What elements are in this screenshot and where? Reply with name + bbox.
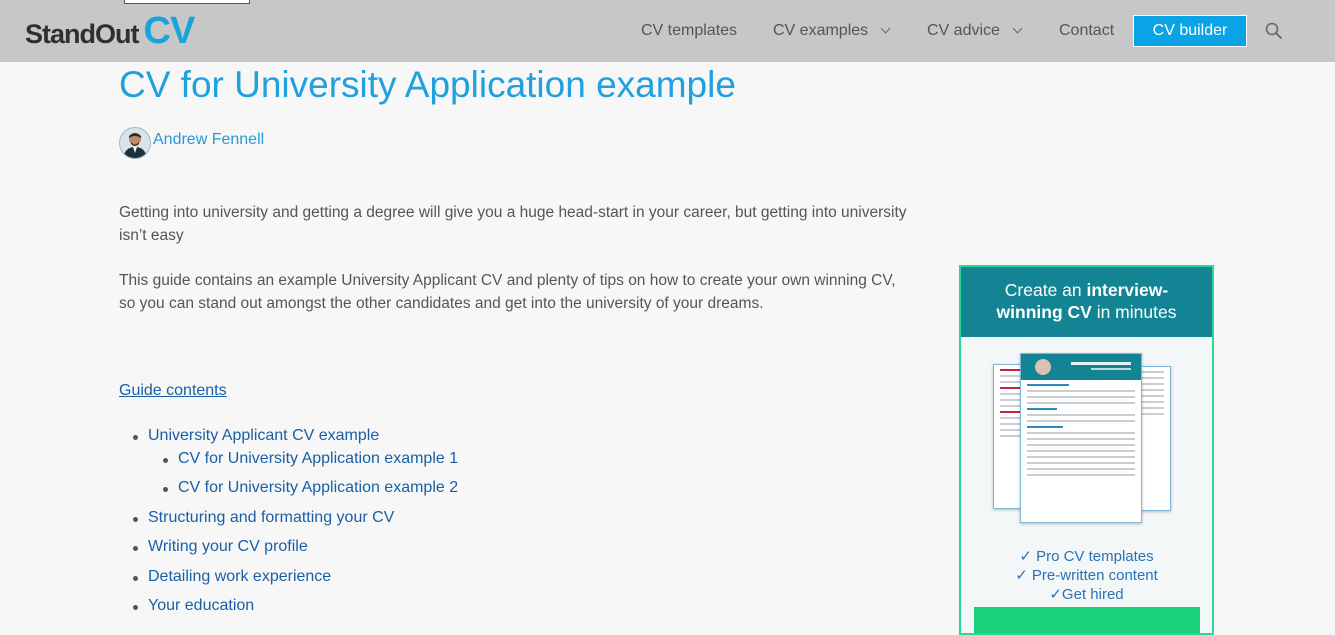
cv-builder-ad[interactable]: Create an interview- winning CV in minut…	[959, 265, 1214, 635]
toc-label: Structuring and formatting your CV	[148, 509, 395, 526]
toc-subitem[interactable]: CV for University Application example 2	[163, 479, 459, 497]
focus-outline-box	[124, 0, 250, 4]
ad-headline-bold: interview-	[1086, 280, 1169, 300]
ad-cta-button[interactable]	[974, 607, 1200, 633]
toc-item[interactable]: Detailing work experience	[133, 568, 332, 586]
chevron-down-icon	[1012, 23, 1023, 34]
ad-headline-text: Create an	[1004, 280, 1087, 300]
page-title: CV for University Application example	[119, 64, 736, 105]
cv-preview-illustration	[961, 337, 1212, 547]
toc-label: CV for University Application example 1	[178, 450, 459, 467]
cv-builder-button[interactable]: CV builder	[1133, 15, 1247, 47]
toc-label: University Applicant CV example	[148, 427, 380, 444]
logo-cv-mark: CV	[143, 10, 196, 52]
intro-paragraph-1: Getting into university and getting a de…	[119, 204, 907, 244]
nav-cv-examples[interactable]: CV examples	[773, 0, 891, 62]
guide-contents-heading[interactable]: Guide contents	[119, 382, 227, 400]
toc-label: Detailing work experience	[148, 568, 332, 585]
nav-cv-advice[interactable]: CV advice	[927, 0, 1023, 62]
search-icon[interactable]	[1265, 22, 1283, 40]
toc-item[interactable]: Structuring and formatting your CV	[133, 509, 395, 527]
toc-item[interactable]: Writing your CV profile	[133, 538, 308, 556]
nav-cv-templates[interactable]: CV templates	[641, 0, 737, 62]
bullet-icon	[133, 576, 138, 581]
toc-item[interactable]: University Applicant CV example	[133, 427, 380, 445]
toc-label: Your education	[148, 597, 255, 614]
ad-headline: Create an interview- winning CV in minut…	[961, 267, 1212, 337]
toc-label: CV for University Application example 2	[178, 479, 459, 496]
ad-headline-bold: winning CV	[996, 302, 1092, 322]
site-header: StandOut CV CV templates CV examples CV …	[0, 0, 1335, 62]
logo-wordmark: StandOut	[25, 19, 139, 49]
bullet-icon	[133, 546, 138, 551]
nav-contact[interactable]: Contact	[1059, 0, 1114, 62]
toc-item[interactable]: Your education	[133, 597, 255, 615]
nav-label: Contact	[1059, 22, 1115, 39]
author-avatar[interactable]	[119, 127, 151, 159]
bullet-icon	[133, 517, 138, 522]
ad-feature: ✓Get hired	[1049, 586, 1124, 603]
nav-label: CV templates	[641, 22, 738, 39]
ad-headline-text: in minutes	[1091, 302, 1177, 322]
bullet-icon	[133, 605, 138, 610]
ad-feature-list: ✓ Pro CV templates ✓ Pre-written content…	[961, 547, 1212, 604]
ad-feature: ✓ Pro CV templates	[1019, 548, 1154, 565]
nav-label: CV examples	[773, 22, 869, 39]
intro-paragraph-2: This guide contains an example Universit…	[119, 272, 896, 312]
bullet-icon	[133, 435, 138, 440]
chevron-down-icon	[880, 23, 891, 34]
cv-thumbnail-main	[1020, 353, 1142, 523]
toc-subitem[interactable]: CV for University Application example 1	[163, 450, 459, 468]
nav-label: CV advice	[927, 22, 1000, 39]
bullet-icon	[163, 458, 168, 463]
ad-feature: ✓ Pre-written content	[1015, 567, 1158, 584]
toc-label: Writing your CV profile	[148, 538, 308, 555]
author-link[interactable]: Andrew Fennell	[153, 131, 264, 149]
site-logo[interactable]: StandOut CV	[25, 10, 196, 52]
bullet-icon	[163, 487, 168, 492]
